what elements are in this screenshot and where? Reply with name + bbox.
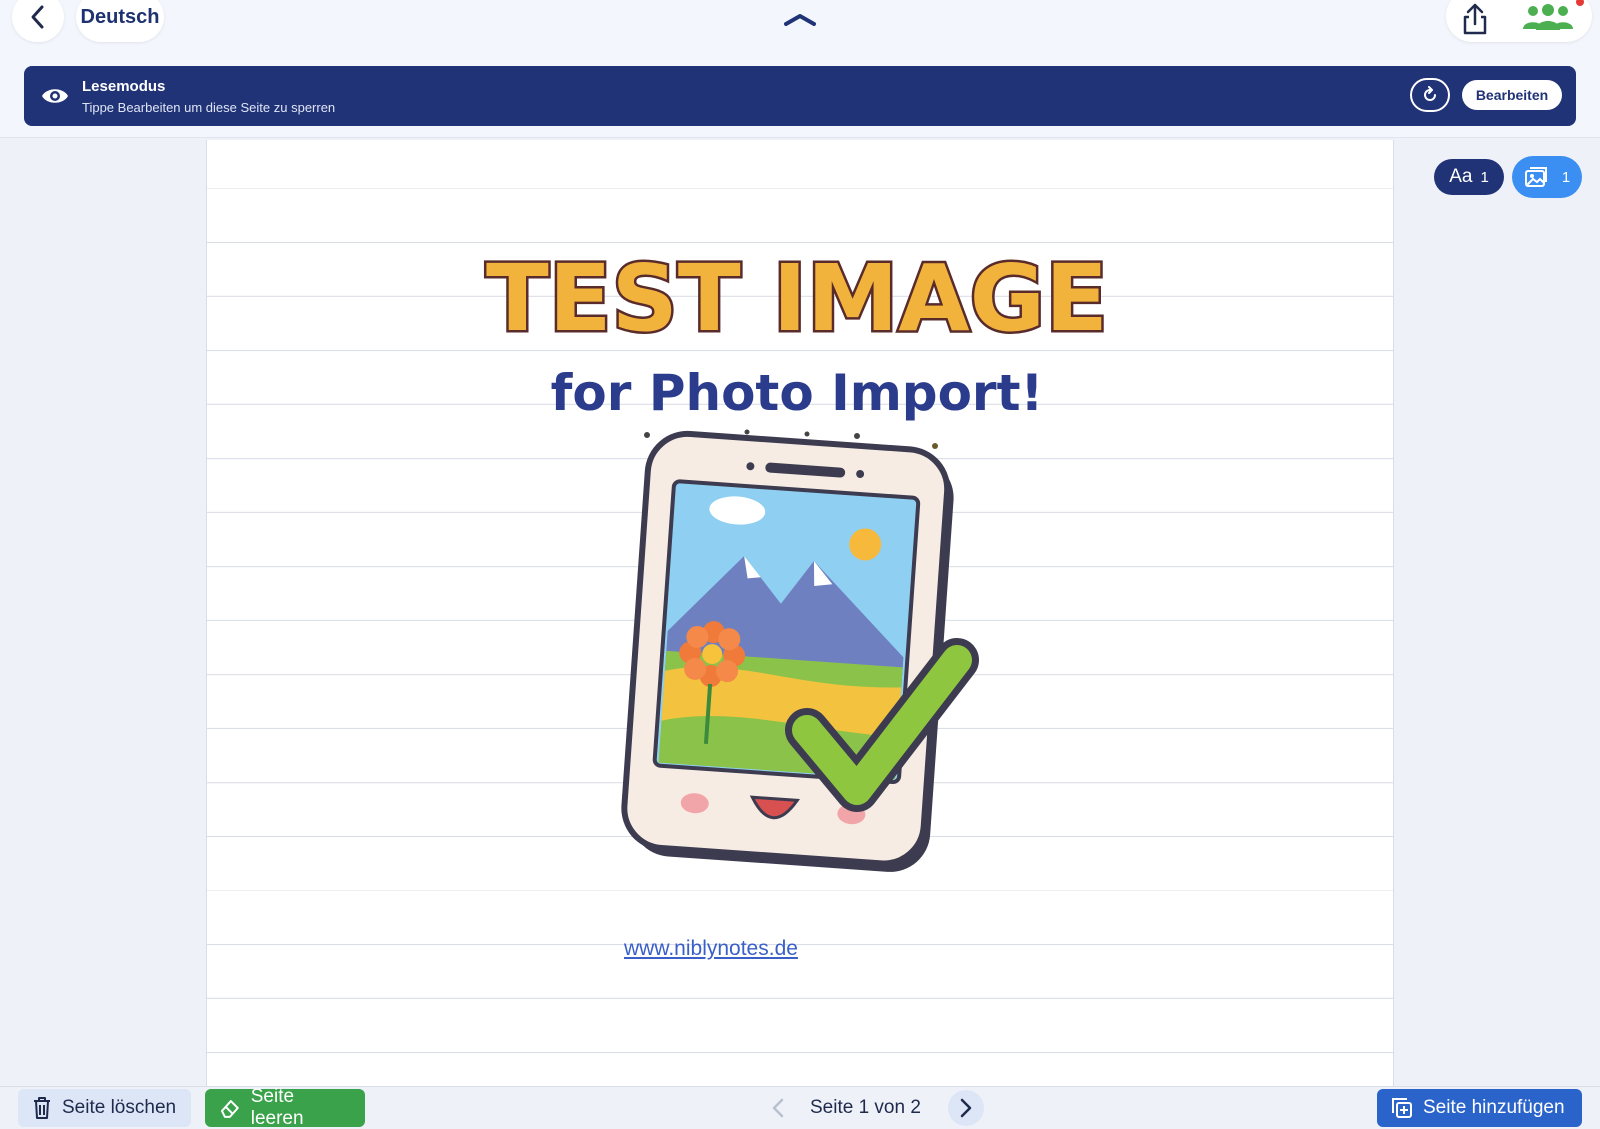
language-button[interactable]: Deutsch: [76, 0, 164, 42]
collaborators-button[interactable]: [1522, 4, 1574, 30]
eye-icon: [42, 89, 68, 103]
reading-mode-banner: Lesemodus Tippe Bearbeiten um diese Seit…: [24, 66, 1576, 126]
eraser-icon: [220, 1100, 239, 1118]
text-count-badge[interactable]: Aa 1: [1434, 159, 1504, 195]
website-link[interactable]: www.niblynotes.de: [624, 937, 798, 961]
delete-page-button[interactable]: Seite löschen: [18, 1089, 191, 1127]
trash-icon: [34, 1097, 50, 1119]
bottom-toolbar: Seite löschen Seite leeren Seite 1 von 2…: [0, 1086, 1600, 1129]
image-stack-icon: [1524, 167, 1547, 187]
banner-title: Lesemodus: [82, 78, 166, 95]
collapse-button[interactable]: [780, 6, 820, 30]
notebook-page[interactable]: TEST IMAGE for Photo Import! www.niblyno…: [206, 140, 1394, 1086]
text-count-value: 1: [1480, 168, 1489, 186]
refresh-icon: [1424, 86, 1436, 101]
clear-page-label: Seite leeren: [250, 1086, 304, 1129]
previous-page-button[interactable]: [764, 1093, 792, 1123]
image-subtitle: for Photo Import!: [551, 364, 1044, 422]
test-image[interactable]: TEST IMAGE for Photo Import!: [437, 210, 1157, 910]
banner-subtitle: Tippe Bearbeiten um diese Seite zu sperr…: [82, 100, 336, 115]
language-label: Deutsch: [80, 5, 160, 28]
chevron-up-icon: [784, 14, 816, 26]
add-page-label: Seite hinzufügen: [1423, 1097, 1565, 1118]
share-button[interactable]: [1460, 2, 1490, 36]
add-page-icon: [1392, 1098, 1412, 1118]
chevron-left-icon: [772, 1098, 784, 1118]
add-page-button[interactable]: Seite hinzufügen: [1377, 1089, 1582, 1127]
page-indicator: Seite 1 von 2: [810, 1097, 921, 1118]
chevron-left-icon: [31, 5, 44, 29]
image-title: TEST IMAGE: [486, 245, 1108, 352]
edit-button[interactable]: Bearbeiten: [1462, 80, 1562, 110]
delete-page-label: Seite löschen: [62, 1097, 177, 1118]
image-count-badge[interactable]: 1: [1512, 156, 1582, 198]
image-count-value: 1: [1561, 168, 1571, 186]
header-actions: [1446, 0, 1592, 42]
people-icon: [1523, 4, 1573, 30]
share-icon: [1463, 3, 1487, 35]
back-button[interactable]: [12, 0, 64, 42]
chevron-right-icon: [960, 1098, 972, 1118]
text-count-label: Aa: [1449, 166, 1473, 187]
clear-page-button[interactable]: Seite leeren: [205, 1086, 365, 1129]
refresh-button[interactable]: [1410, 78, 1450, 112]
notification-dot: [1576, 0, 1584, 6]
next-page-button[interactable]: [948, 1090, 984, 1126]
